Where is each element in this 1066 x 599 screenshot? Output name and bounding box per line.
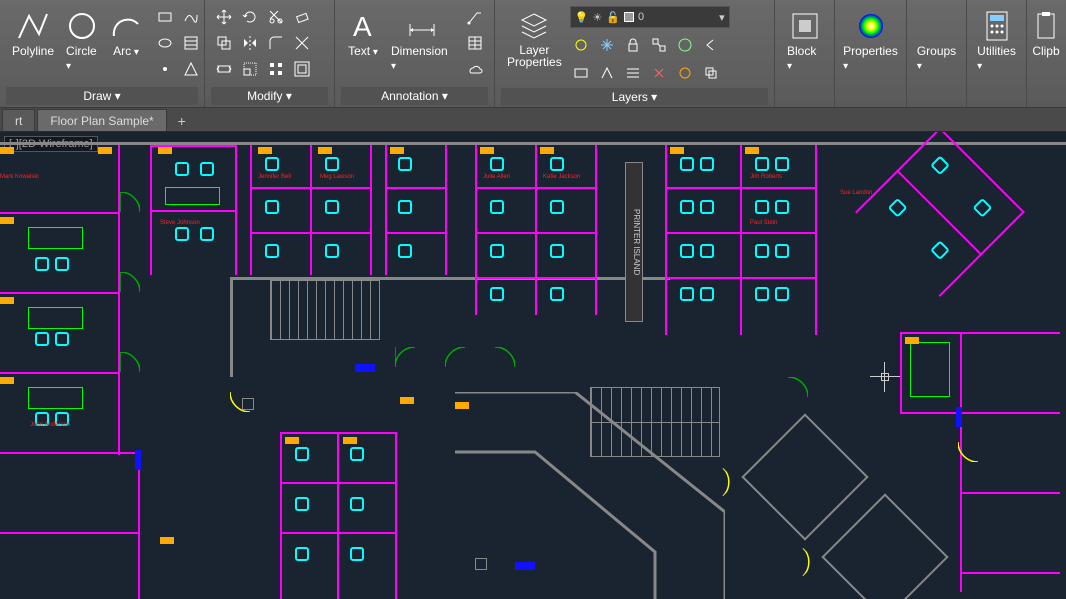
properties-label: Properties bbox=[843, 44, 898, 72]
trim-tool[interactable] bbox=[265, 6, 287, 28]
arc-button[interactable]: Arc bbox=[106, 6, 146, 62]
point-tool[interactable] bbox=[154, 58, 176, 80]
layer-color-swatch bbox=[624, 12, 634, 22]
arc-icon bbox=[110, 10, 142, 42]
array-tool[interactable] bbox=[265, 58, 287, 80]
polyline-icon bbox=[17, 10, 49, 42]
fillet-tool[interactable] bbox=[265, 32, 287, 54]
panel-layers: Layer Properties 💡 ☀ 🔓 0 ▾ bbox=[495, 0, 775, 107]
sun-icon: ☀ bbox=[592, 11, 602, 24]
circle-button[interactable]: Circle bbox=[62, 6, 102, 76]
clipboard-icon bbox=[1030, 10, 1062, 42]
groups-button[interactable]: Groups bbox=[913, 6, 960, 76]
printer-island: PRINTER ISLAND bbox=[625, 162, 643, 322]
dimension-icon bbox=[406, 10, 438, 42]
layer-merge-tool[interactable] bbox=[622, 62, 644, 84]
erase-tool[interactable] bbox=[291, 6, 313, 28]
circle-label: Circle bbox=[66, 44, 98, 72]
tab-2-active[interactable]: Floor Plan Sample* bbox=[37, 109, 166, 131]
layer-state-tool[interactable] bbox=[570, 62, 592, 84]
table-tool[interactable] bbox=[464, 32, 486, 54]
panel-utilities: Utilities bbox=[967, 0, 1027, 107]
layer-match-tool[interactable] bbox=[648, 34, 670, 56]
circle-icon bbox=[66, 10, 98, 42]
offset-tool[interactable] bbox=[291, 58, 313, 80]
text-icon: A bbox=[347, 10, 379, 42]
tab-2-label: Floor Plan Sample* bbox=[50, 114, 153, 128]
polyline-button[interactable]: Polyline bbox=[8, 6, 58, 62]
layer-lock-tool[interactable] bbox=[622, 34, 644, 56]
region-tool[interactable] bbox=[180, 58, 202, 80]
text-button[interactable]: A Text bbox=[343, 6, 383, 62]
block-label: Block bbox=[787, 44, 822, 72]
spline-tool[interactable] bbox=[180, 6, 202, 28]
mirror-tool[interactable] bbox=[239, 32, 261, 54]
panel-groups: Groups bbox=[907, 0, 967, 107]
layer-properties-button[interactable]: Layer Properties bbox=[503, 6, 566, 72]
block-icon bbox=[789, 10, 821, 42]
copy-tool[interactable] bbox=[213, 32, 235, 54]
layer-delete-tool[interactable] bbox=[648, 62, 670, 84]
leader-tool[interactable] bbox=[464, 6, 486, 28]
move-tool[interactable] bbox=[213, 6, 235, 28]
panel-block: Block bbox=[775, 0, 835, 107]
groups-label: Groups bbox=[917, 44, 956, 72]
calculator-icon bbox=[981, 10, 1013, 42]
layer-change-tool[interactable] bbox=[674, 62, 696, 84]
floor-plan: PRINTER ISLAND bbox=[0, 132, 1066, 599]
document-tabs: rt Floor Plan Sample* + bbox=[0, 108, 1066, 132]
panel-annotation: A Text Dimension Annotation bbox=[335, 0, 495, 107]
panel-modify-title[interactable]: Modify bbox=[247, 89, 292, 103]
svg-text:A: A bbox=[353, 11, 372, 42]
scale-tool[interactable] bbox=[239, 58, 261, 80]
panel-draw-title[interactable]: Draw bbox=[83, 89, 120, 103]
lock-icon: 🔓 bbox=[606, 11, 620, 24]
layer-isolate-tool[interactable] bbox=[674, 34, 696, 56]
panel-modify: Modify bbox=[205, 0, 335, 107]
stretch-tool[interactable] bbox=[213, 58, 235, 80]
layer-combo[interactable]: 💡 ☀ 🔓 0 ▾ bbox=[570, 6, 730, 28]
drawing-canvas[interactable]: [-][2D Wireframe] bbox=[0, 132, 1066, 599]
properties-icon bbox=[855, 10, 887, 42]
rectangle-tool[interactable] bbox=[154, 6, 176, 28]
clipboard-label: Clipb bbox=[1032, 44, 1059, 58]
polyline-label: Polyline bbox=[12, 44, 54, 58]
explode-tool[interactable] bbox=[291, 32, 313, 54]
layer-walk-tool[interactable] bbox=[596, 62, 618, 84]
block-button[interactable]: Block bbox=[783, 6, 826, 76]
layer-prop-label: Layer Properties bbox=[507, 44, 562, 68]
utilities-label: Utilities bbox=[977, 44, 1016, 72]
panel-annotation-title[interactable]: Annotation bbox=[381, 89, 448, 103]
layers-icon bbox=[518, 10, 550, 42]
clipboard-button[interactable]: Clipb bbox=[1026, 6, 1066, 62]
layer-previous-tool[interactable] bbox=[700, 34, 722, 56]
dimension-button[interactable]: Dimension bbox=[387, 6, 456, 76]
panel-clipboard: Clipb bbox=[1027, 0, 1065, 107]
layer-name: 0 bbox=[638, 11, 644, 23]
arc-label: Arc bbox=[113, 44, 139, 58]
utilities-button[interactable]: Utilities bbox=[973, 6, 1020, 76]
ellipse-tool[interactable] bbox=[154, 32, 176, 54]
tab-1[interactable]: rt bbox=[2, 109, 35, 131]
dimension-label: Dimension bbox=[391, 44, 452, 72]
rotate-tool[interactable] bbox=[239, 6, 261, 28]
panel-layers-title[interactable]: Layers bbox=[612, 90, 657, 104]
ribbon: Polyline Circle Arc bbox=[0, 0, 1066, 108]
text-label: Text bbox=[348, 44, 378, 58]
hatch-tool[interactable] bbox=[180, 32, 202, 54]
tab-add-button[interactable]: + bbox=[171, 111, 193, 131]
layer-freeze-tool[interactable] bbox=[596, 34, 618, 56]
panel-properties: Properties bbox=[835, 0, 907, 107]
layer-off-tool[interactable] bbox=[570, 34, 592, 56]
panel-draw: Polyline Circle Arc bbox=[0, 0, 205, 107]
lightbulb-icon: 💡 bbox=[575, 11, 589, 24]
cloud-tool[interactable] bbox=[464, 58, 486, 80]
layer-copy-tool[interactable] bbox=[700, 62, 722, 84]
properties-button[interactable]: Properties bbox=[839, 6, 902, 76]
